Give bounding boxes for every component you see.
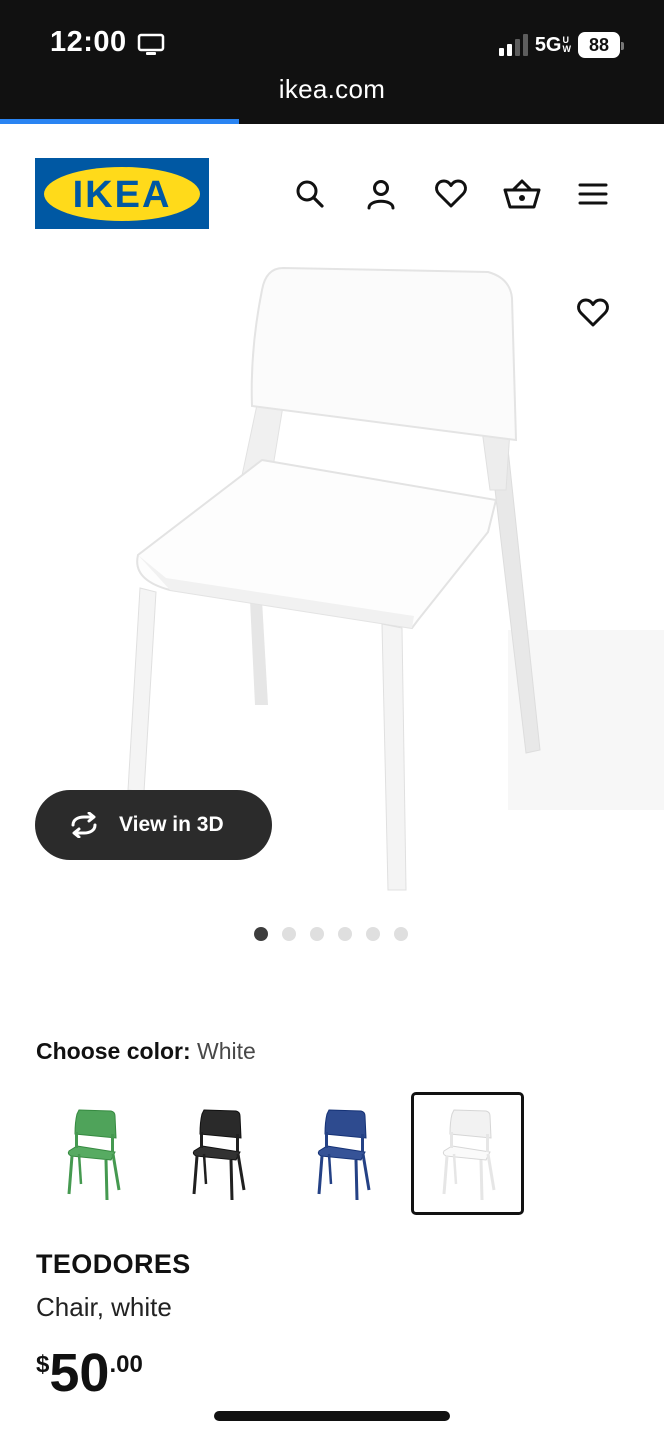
heart-icon <box>577 298 609 327</box>
image-dot[interactable] <box>282 927 296 941</box>
product-name: TEODORES <box>36 1249 191 1279</box>
account-button[interactable] <box>359 172 403 216</box>
account-icon <box>367 180 395 210</box>
color-swatch-green[interactable] <box>36 1092 149 1215</box>
rotate-3d-icon <box>71 812 97 838</box>
color-chooser-label: Choose color: <box>36 1038 191 1064</box>
product-price: $ 50 .00 <box>36 1345 143 1401</box>
chair-thumbnail <box>67 1108 120 1200</box>
color-swatch-white[interactable] <box>411 1092 524 1215</box>
price-currency: $ <box>36 1351 50 1378</box>
chair-thumbnail <box>317 1108 370 1200</box>
image-dot[interactable] <box>338 927 352 941</box>
view-in-3d-label: View in 3D <box>119 813 224 836</box>
home-indicator[interactable] <box>214 1411 450 1421</box>
product-description: Chair, white <box>36 1292 172 1322</box>
price-integer: 50 <box>49 1343 110 1403</box>
search-button[interactable] <box>288 172 332 216</box>
status-time: 12:00 <box>50 26 127 58</box>
ikea-logo[interactable]: IKEA <box>35 158 209 229</box>
menu-icon <box>578 183 608 205</box>
battery-level: 88 <box>588 34 610 55</box>
screen-mirroring-icon <box>137 33 165 55</box>
page-load-progress-fill <box>0 119 240 124</box>
image-dot[interactable] <box>394 927 408 941</box>
selected-color-value: White <box>197 1038 256 1064</box>
address-bar-url[interactable]: ikea.com <box>0 74 664 105</box>
color-swatch-black[interactable] <box>161 1092 274 1215</box>
logo-text: IKEA <box>73 174 172 216</box>
search-icon <box>296 180 324 208</box>
image-dot[interactable] <box>254 927 268 941</box>
basket-button[interactable] <box>500 172 544 216</box>
color-chooser-heading: Choose color: White <box>36 1038 256 1065</box>
status-indicators: 5G UW 88 <box>498 30 624 60</box>
price-decimal: .00 <box>109 1351 143 1378</box>
page-load-progress <box>0 119 664 124</box>
ikea-logo-mark: IKEA <box>44 166 200 221</box>
status-bar: 12:00 5G UW 88 ikea.com <box>0 0 664 124</box>
network-type: 5G UW <box>534 33 571 56</box>
color-swatches <box>36 1092 524 1215</box>
image-pagination-dots <box>254 927 408 941</box>
color-swatch-blue[interactable] <box>286 1092 399 1215</box>
image-dot[interactable] <box>310 927 324 941</box>
signal-icon <box>498 34 528 56</box>
heart-icon <box>435 179 467 208</box>
basket-icon <box>503 179 541 209</box>
menu-button[interactable] <box>571 172 615 216</box>
chair-thumbnail <box>442 1108 495 1200</box>
view-in-3d-button[interactable]: View in 3D <box>35 790 272 860</box>
save-to-favorites-button[interactable] <box>570 290 616 336</box>
favorites-button[interactable] <box>429 172 473 216</box>
battery-icon: 88 <box>578 32 624 58</box>
chair-thumbnail <box>192 1108 245 1200</box>
image-dot[interactable] <box>366 927 380 941</box>
